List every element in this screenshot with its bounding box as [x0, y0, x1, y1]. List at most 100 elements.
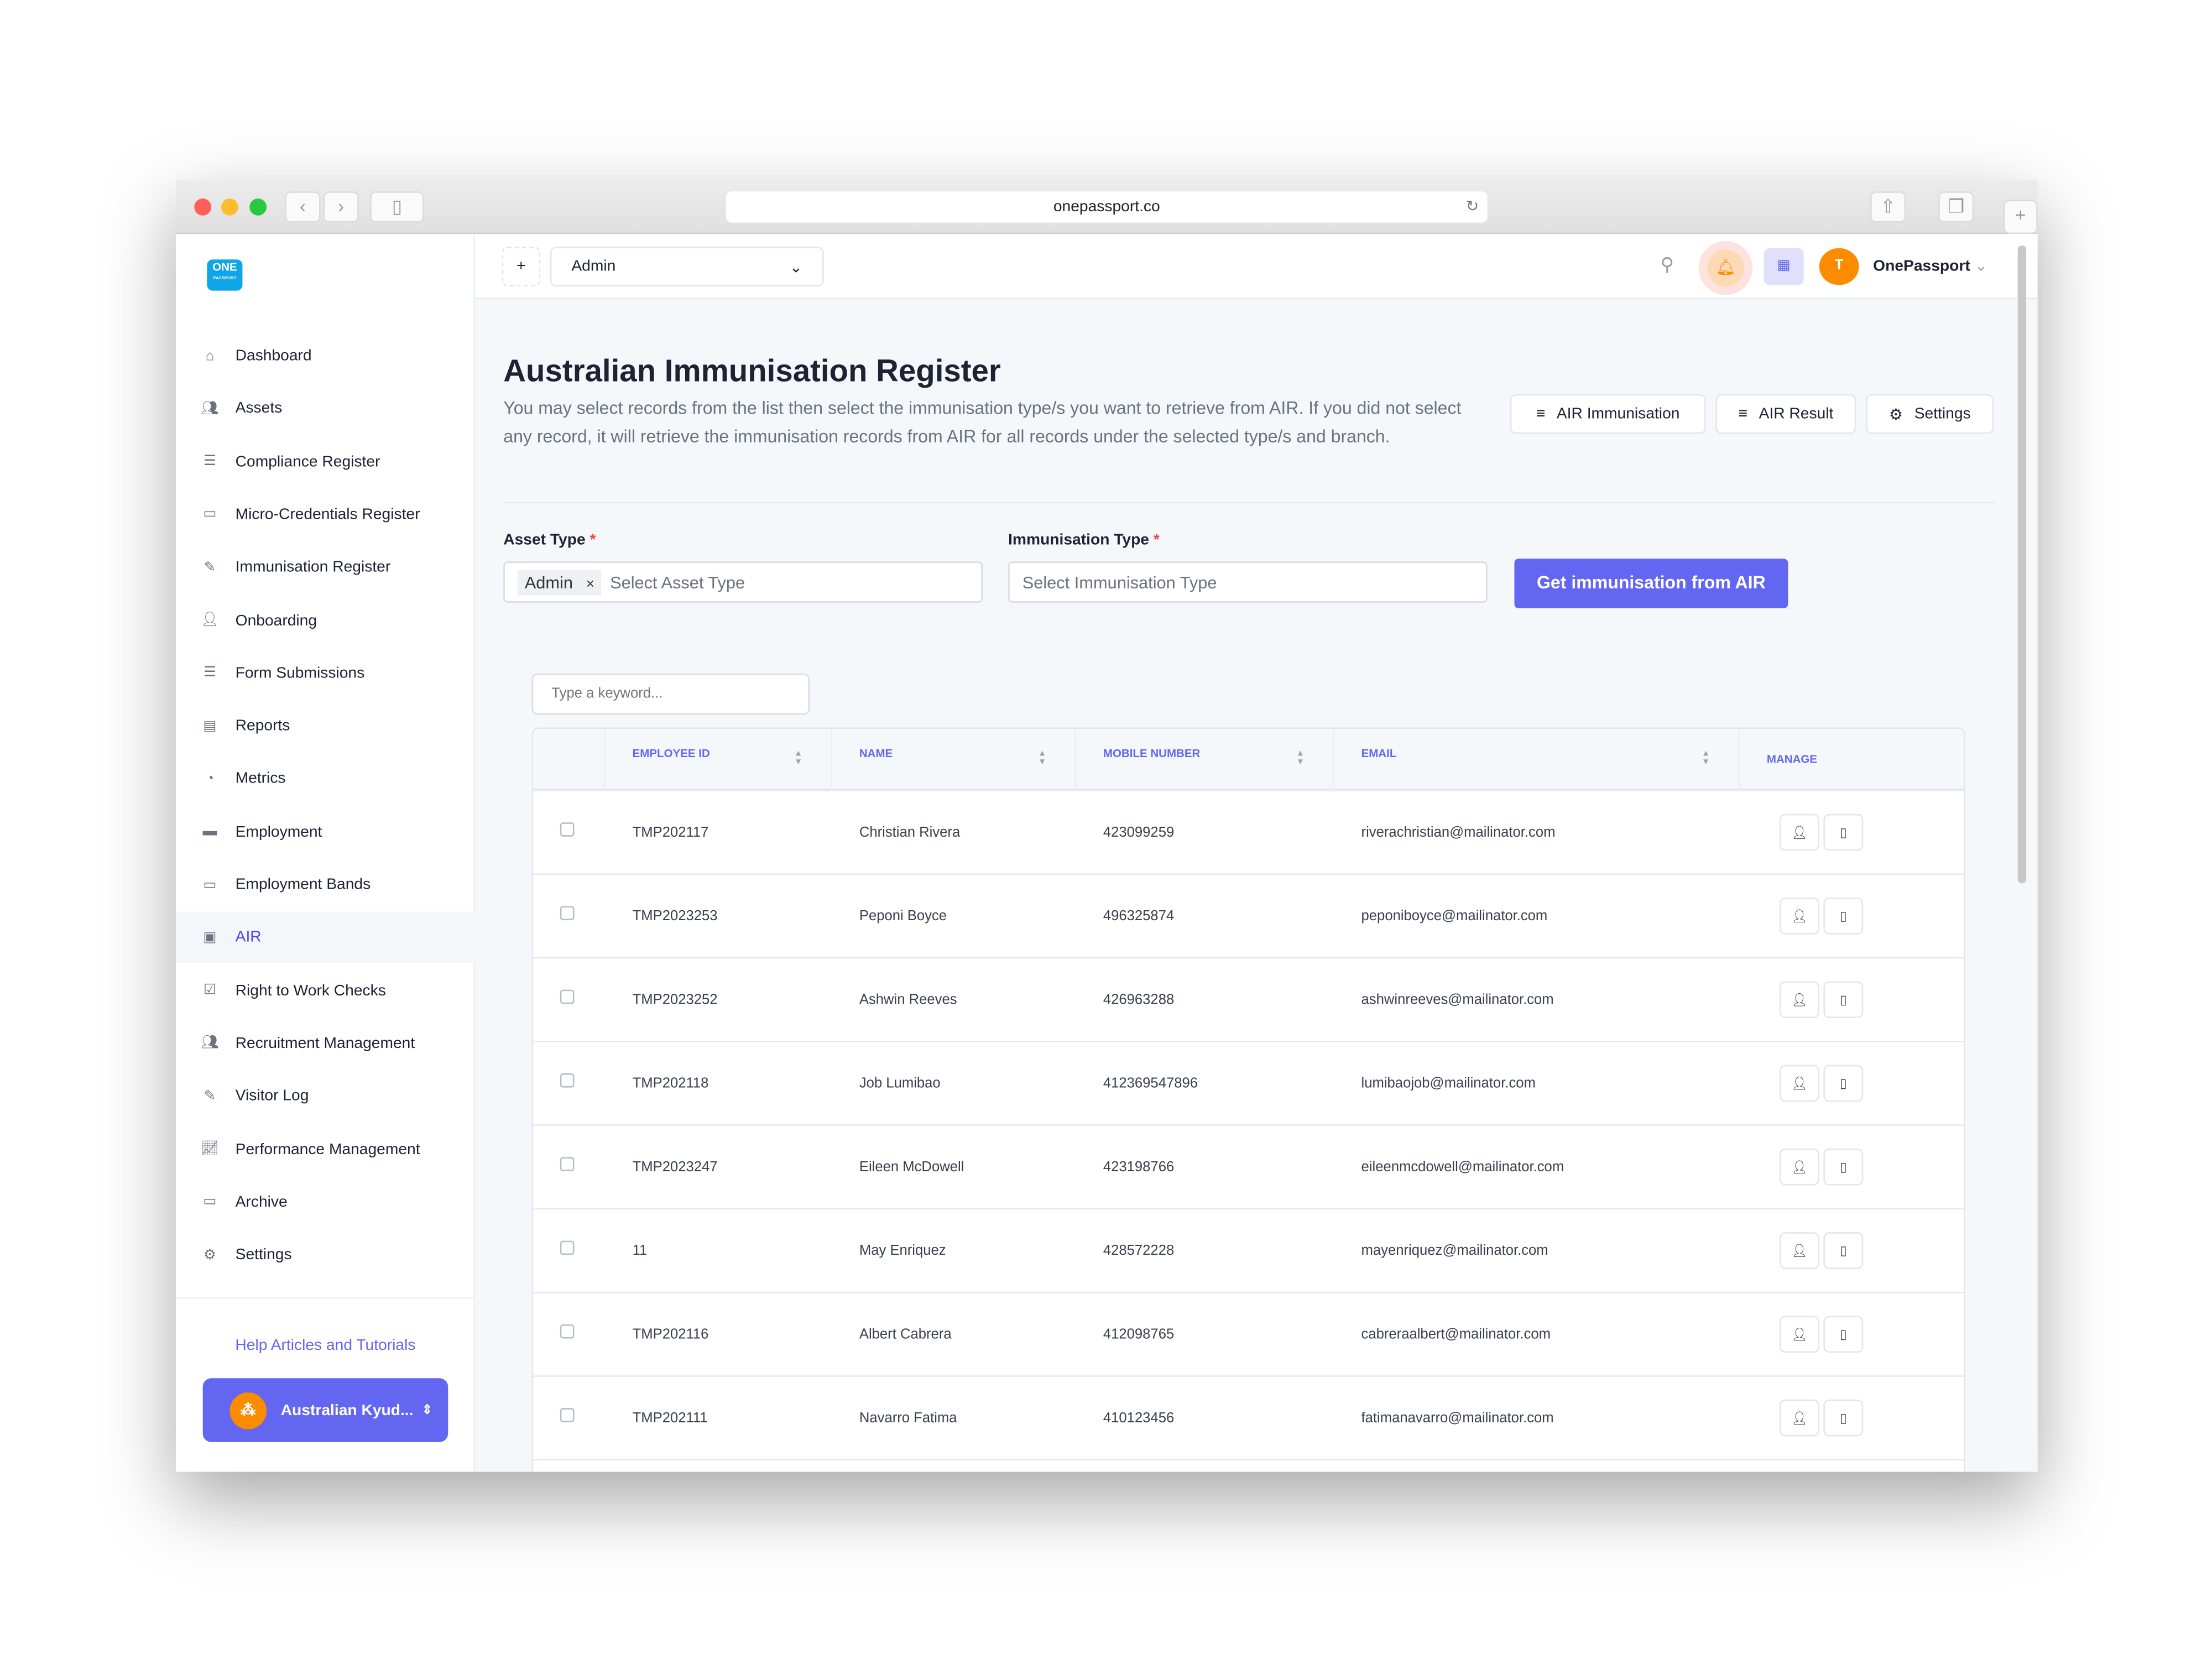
- sidebar-item-immunisation-register[interactable]: ✎ Immunisation Register: [176, 542, 475, 593]
- sidebar-item-employment[interactable]: ▬ Employment: [176, 806, 475, 857]
- sidebar-item-air[interactable]: ▣ AIR: [175, 912, 475, 963]
- notification-button[interactable]: 🔔︎: [1698, 241, 1753, 295]
- sort-icon[interactable]: ▲ ▼: [1038, 750, 1046, 767]
- admin-selector[interactable]: Admin ⌄: [550, 247, 824, 286]
- sort-icon[interactable]: ▲ ▼: [1296, 750, 1305, 767]
- sidebar-item-performance-management[interactable]: 📈︎ Performance Management: [176, 1124, 475, 1175]
- column-label: EMAIL: [1361, 747, 1397, 760]
- view-profile-icon[interactable]: 👤︎: [1779, 1399, 1819, 1437]
- maximize-window-button[interactable]: [249, 198, 267, 216]
- air-immunisation-button[interactable]: ≡ AIR Immunisation: [1510, 394, 1706, 434]
- asset-type-chip[interactable]: Admin ×: [517, 569, 602, 595]
- document-icon[interactable]: ▯: [1823, 981, 1864, 1019]
- view-profile-icon[interactable]: 👤︎: [1779, 1316, 1819, 1353]
- keyword-search-input[interactable]: [531, 673, 810, 715]
- sidebar-item-right-to-work-checks[interactable]: ☑ Right to Work Checks: [176, 965, 475, 1016]
- tabs-icon[interactable]: ❐: [1938, 191, 1974, 223]
- sort-icon[interactable]: ▲ ▼: [794, 750, 802, 767]
- address-bar[interactable]: onepassport.co ↻: [726, 191, 1488, 223]
- divider: [503, 502, 1995, 504]
- document-icon[interactable]: ▯: [1823, 1232, 1864, 1269]
- sidebar-item-recruitment-management[interactable]: 👥︎ Recruitment Management: [176, 1018, 475, 1069]
- sidebar-item-onboarding[interactable]: 👤︎ Onboarding: [176, 595, 475, 646]
- list-icon: ☰: [203, 453, 216, 469]
- settings-button[interactable]: ⚙ Settings: [1866, 394, 1994, 434]
- cell-employee-id: 11: [632, 1243, 648, 1259]
- document-icon[interactable]: ▯: [1823, 898, 1864, 935]
- user-menu[interactable]: OnePassport ⌄: [1873, 257, 1987, 275]
- sidebar-item-label: Assets: [235, 400, 283, 418]
- view-profile-icon[interactable]: 👤︎: [1779, 981, 1819, 1019]
- close-window-button[interactable]: [194, 198, 212, 216]
- cell-email: eileenmcdowell@mailinator.com: [1361, 1160, 1564, 1176]
- sidebar-item-assets[interactable]: 👥︎ Assets: [176, 383, 475, 434]
- share-icon[interactable]: ⇧: [1870, 191, 1906, 223]
- document-icon[interactable]: ▯: [1823, 1399, 1864, 1437]
- sidebar-item-dashboard[interactable]: ⌂ Dashboard: [176, 330, 475, 381]
- user-avatar[interactable]: T: [1819, 248, 1859, 285]
- view-profile-icon[interactable]: 👤︎: [1779, 898, 1819, 935]
- column-header-email[interactable]: EMAIL ▲ ▼: [1334, 728, 1740, 791]
- sidebar-item-compliance-register[interactable]: ☰ Compliance Register: [176, 436, 475, 487]
- sidebar-item-visitor-log[interactable]: ✎ Visitor Log: [176, 1071, 475, 1121]
- document-icon[interactable]: ▯: [1823, 1148, 1864, 1186]
- view-profile-icon[interactable]: 👤︎: [1779, 1065, 1819, 1102]
- immunisation-type-placeholder: Select Immunisation Type: [1022, 572, 1217, 592]
- row-checkbox[interactable]: [560, 1157, 575, 1171]
- row-checkbox[interactable]: [560, 989, 575, 1004]
- document-icon[interactable]: ▯: [1823, 1316, 1864, 1353]
- cell-email: fatimanavarro@mailinator.com: [1361, 1411, 1554, 1427]
- onepassport-logo[interactable]: ONE PASSPORT: [207, 259, 243, 291]
- sidebar-item-archive[interactable]: ▭ Archive: [176, 1177, 475, 1228]
- sidebar-item-micro-credentials-register[interactable]: ▭ Micro-Credentials Register: [176, 489, 475, 540]
- document-icon[interactable]: ▯: [1823, 813, 1864, 851]
- gear-icon: ⚙: [1888, 406, 1903, 424]
- sidebar-item-employment-bands[interactable]: ▭ Employment Bands: [176, 859, 475, 910]
- sidebar-item-label: Right to Work Checks: [235, 982, 386, 999]
- organisation-icon: ⁂: [229, 1391, 267, 1429]
- row-checkbox[interactable]: [560, 1073, 575, 1088]
- view-profile-icon[interactable]: 👤︎: [1779, 1232, 1819, 1269]
- cell-name: Eileen McDowell: [859, 1160, 964, 1176]
- cell-employee-id: TMP2023247: [632, 1160, 718, 1176]
- cell-mobile: 426963288: [1103, 992, 1175, 1009]
- new-tab-icon[interactable]: +: [2004, 200, 2038, 234]
- column-header-mobile-number[interactable]: MOBILE NUMBER ▲ ▼: [1076, 728, 1334, 791]
- air-result-button[interactable]: ≡ AIR Result: [1715, 394, 1856, 434]
- sort-icon[interactable]: ▲ ▼: [1702, 750, 1710, 767]
- row-checkbox[interactable]: [560, 1324, 575, 1339]
- forward-icon[interactable]: ›: [323, 191, 359, 223]
- minimize-window-button[interactable]: [221, 198, 238, 216]
- user-name: OnePassport: [1873, 258, 1970, 275]
- table-row: TMP202117 Christian Rivera 423099259 rivera…: [533, 791, 1964, 875]
- back-icon[interactable]: ‹: [285, 191, 321, 223]
- document-icon[interactable]: ▯: [1823, 1065, 1864, 1102]
- organisation-switcher[interactable]: ⁂ Australian Kyud... ⇕: [202, 1378, 448, 1442]
- column-header-name[interactable]: NAME ▲ ▼: [832, 728, 1077, 791]
- sidebar-item-form-submissions[interactable]: ☰ Form Submissions: [176, 648, 475, 698]
- sidebar-item-metrics[interactable]: ◔ Metrics: [176, 754, 475, 805]
- table-row: TMP2023253 Peponi Boyce 496325874 peponiboy…: [533, 875, 1964, 959]
- search-icon[interactable]: ⚲: [1661, 254, 1674, 276]
- sidebar-item-settings[interactable]: ⚙ Settings: [176, 1229, 475, 1280]
- column-header-employee-id[interactable]: EMPLOYEE ID ▲ ▼: [606, 728, 833, 791]
- sidebar-toggle-icon[interactable]: ▯: [370, 191, 424, 223]
- row-checkbox[interactable]: [560, 1240, 575, 1255]
- chart-line-icon: 📈︎: [201, 1141, 219, 1157]
- view-profile-icon[interactable]: 👤︎: [1779, 813, 1819, 851]
- apps-grid-icon[interactable]: ▦: [1764, 248, 1804, 285]
- row-checkbox[interactable]: [560, 1408, 575, 1422]
- immunisation-type-select[interactable]: Select Immunisation Type: [1008, 561, 1488, 603]
- add-icon[interactable]: +: [502, 247, 540, 286]
- help-articles-link[interactable]: Help Articles and Tutorials: [176, 1337, 475, 1354]
- row-checkbox[interactable]: [560, 822, 575, 837]
- reload-icon[interactable]: ↻: [1466, 191, 1479, 222]
- view-profile-icon[interactable]: 👤︎: [1779, 1148, 1819, 1186]
- sidebar-item-reports[interactable]: ▤ Reports: [176, 701, 475, 752]
- get-immunisation-button[interactable]: Get immunisation from AIR: [1514, 559, 1788, 608]
- sidebar-item-label: Immunisation Register: [235, 559, 391, 576]
- sidebar-item-label: Reports: [235, 717, 290, 735]
- scrollbar[interactable]: [2017, 245, 2027, 884]
- row-checkbox[interactable]: [560, 906, 575, 921]
- asset-type-select[interactable]: Admin × Select Asset Type: [503, 561, 983, 603]
